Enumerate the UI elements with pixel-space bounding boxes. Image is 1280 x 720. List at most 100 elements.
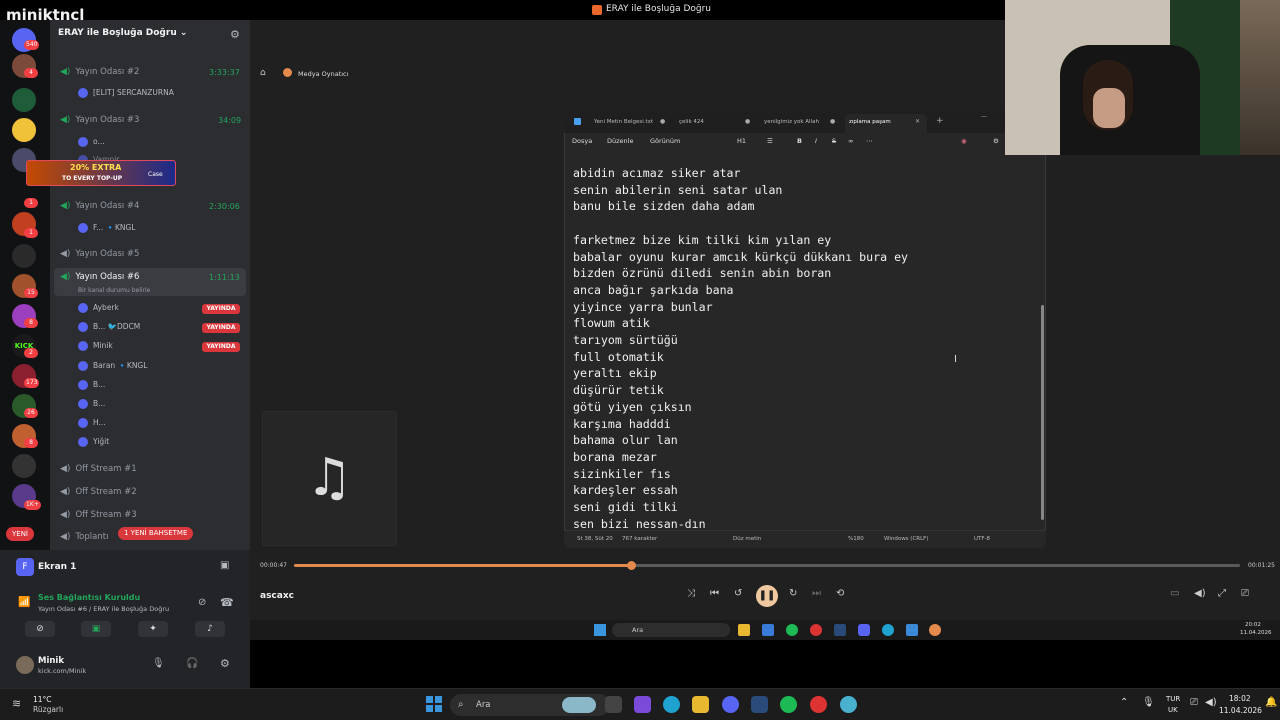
volume-icon[interactable]: ◀): [1194, 588, 1206, 599]
volume-icon[interactable]: ◀): [1205, 697, 1217, 708]
tab-yenilgimiz[interactable]: yenilgimiz yok Allah: [764, 119, 819, 125]
headphones-icon[interactable]: 🎧: [186, 658, 198, 669]
channel-status-input[interactable]: Bir kanal durumu belirle: [78, 287, 150, 294]
start-button[interactable]: [426, 696, 442, 712]
scrollbar[interactable]: [1041, 305, 1044, 520]
folder-icon[interactable]: [692, 696, 709, 713]
bold-icon[interactable]: B: [797, 137, 802, 145]
edge-icon[interactable]: [882, 624, 894, 636]
close-icon[interactable]: ●: [660, 118, 665, 125]
voice-member[interactable]: [ELIT] SERCANZURNA: [78, 88, 174, 98]
guild-header[interactable]: ERAY ile Boşluğa Doğru ⌄: [58, 28, 248, 42]
invite-icon[interactable]: ⚙: [230, 28, 240, 41]
server-icon[interactable]: [12, 88, 36, 112]
language-indicator[interactable]: TUR: [1166, 695, 1180, 703]
mic-icon[interactable]: 🎙: [1142, 697, 1155, 708]
edge-icon[interactable]: [663, 696, 680, 713]
forward-icon[interactable]: ↻: [789, 588, 797, 599]
voice-member[interactable]: Yiğit: [78, 437, 109, 447]
network-icon[interactable]: ⎚: [1190, 697, 1198, 708]
channel-off-stream-1[interactable]: ◀) Off Stream #1: [60, 464, 137, 474]
menu-gorunum[interactable]: Görünüm: [650, 137, 680, 145]
media-taskbar-icon[interactable]: [929, 624, 941, 636]
close-icon[interactable]: ●: [745, 118, 750, 125]
close-icon[interactable]: ✕: [915, 118, 920, 125]
channel-yayin-odasi-6[interactable]: ◀) Yayın Odası #6: [60, 272, 139, 282]
voice-member[interactable]: Minik: [78, 341, 113, 351]
steam-icon[interactable]: [751, 696, 768, 713]
voice-member[interactable]: Ayberk: [78, 303, 119, 313]
channel-off-stream-3[interactable]: ◀) Off Stream #3: [60, 510, 137, 520]
steam-icon[interactable]: [834, 624, 846, 636]
previous-icon[interactable]: ⏮: [710, 588, 719, 599]
channel-off-stream-2[interactable]: ◀) Off Stream #2: [60, 487, 137, 497]
activities-button[interactable]: ✦: [138, 621, 168, 637]
notepad-taskbar-icon[interactable]: [906, 624, 918, 636]
more-icon[interactable]: ⋯: [866, 137, 873, 145]
rewind-icon[interactable]: ↺: [734, 588, 742, 599]
voice-member[interactable]: o...: [78, 137, 105, 147]
weather-desc[interactable]: Rüzgarlı: [33, 705, 63, 714]
weather-icon[interactable]: ≋: [12, 697, 21, 710]
keyboard-layout[interactable]: UK: [1168, 706, 1178, 714]
voice-member[interactable]: B... 🐦DDCM: [78, 322, 140, 332]
strikethrough-icon[interactable]: S: [832, 137, 836, 145]
new-servers-badge[interactable]: YENİ: [6, 527, 34, 541]
link-icon[interactable]: ∞: [848, 137, 853, 145]
channel-yayin-odasi-2[interactable]: ◀) Yayın Odası #2: [60, 67, 139, 77]
settings-icon[interactable]: ⚙: [993, 137, 999, 145]
shuffle-icon[interactable]: ⤨: [687, 588, 695, 599]
close-icon[interactable]: ●: [830, 118, 835, 125]
tab-yeni-metin[interactable]: Yeni Metin Belgesi.txt: [594, 119, 653, 125]
repeat-icon[interactable]: ⟲: [836, 588, 844, 599]
italic-icon[interactable]: I: [815, 137, 817, 145]
disconnect-icon[interactable]: ☎: [220, 596, 234, 609]
spotify-icon[interactable]: [780, 696, 797, 713]
spotify-icon[interactable]: [786, 624, 798, 636]
folder-icon[interactable]: [738, 624, 750, 636]
server-icon[interactable]: [12, 118, 36, 142]
next-icon[interactable]: ⏭: [812, 588, 821, 599]
channel-toplanti[interactable]: ◀) Toplantı: [60, 532, 108, 542]
copilot-icon[interactable]: [634, 696, 651, 713]
discord-icon[interactable]: [858, 624, 870, 636]
discord-icon[interactable]: [722, 696, 739, 713]
chevron-up-icon[interactable]: ⌃: [1120, 697, 1128, 708]
tab-celik[interactable]: çelik 424: [679, 119, 704, 125]
app-icon[interactable]: [840, 696, 857, 713]
list-icon[interactable]: ☰: [767, 137, 773, 145]
pause-button[interactable]: ❚❚: [756, 585, 778, 607]
noise-suppression-icon[interactable]: ⊘: [198, 597, 206, 608]
channel-yayin-odasi-5[interactable]: ◀) Yayın Odası #5: [60, 249, 139, 259]
voice-member[interactable]: Baran 🔹KNGL: [78, 361, 147, 371]
server-icon[interactable]: [12, 454, 36, 478]
tab-ziplama[interactable]: zıplama paşam: [849, 119, 891, 125]
new-tab-icon[interactable]: +: [936, 116, 944, 126]
gear-icon[interactable]: ⚙: [220, 657, 230, 670]
heading-select[interactable]: H1: [737, 137, 746, 145]
menu-dosya[interactable]: Dosya: [572, 137, 592, 145]
search-highlight-icon[interactable]: [562, 697, 596, 713]
seek-thumb[interactable]: [627, 561, 636, 570]
copilot-icon[interactable]: ◉: [961, 137, 967, 145]
voice-member[interactable]: F... 🔹KNGL: [78, 223, 136, 233]
cast-icon[interactable]: ⎚: [1241, 588, 1249, 599]
date[interactable]: 11.04.2026: [1219, 706, 1262, 715]
voice-member[interactable]: B...: [78, 399, 105, 409]
notification-icon[interactable]: 🔔: [1265, 697, 1277, 708]
mic-icon[interactable]: 🎙: [152, 658, 165, 669]
new-mentions-badge[interactable]: 1 YENİ BAHSETME: [118, 527, 194, 540]
channel-yayin-odasi-4[interactable]: ◀) Yayın Odası #4: [60, 201, 139, 211]
menu-duzenle[interactable]: Düzenle: [607, 137, 633, 145]
stop-stream-icon[interactable]: ▣: [220, 560, 229, 571]
task-view-icon[interactable]: [605, 696, 622, 713]
server-icon[interactable]: [12, 244, 36, 268]
voice-member[interactable]: H...: [78, 418, 106, 428]
miniplayer-icon[interactable]: ▭: [1170, 588, 1179, 599]
avatar[interactable]: [16, 656, 34, 674]
camera-off-button[interactable]: ⊘: [25, 621, 55, 637]
browser-icon[interactable]: [810, 696, 827, 713]
soundboard-button[interactable]: ♪: [195, 621, 225, 637]
home-icon[interactable]: ⌂: [260, 68, 266, 78]
browser-icon[interactable]: [810, 624, 822, 636]
